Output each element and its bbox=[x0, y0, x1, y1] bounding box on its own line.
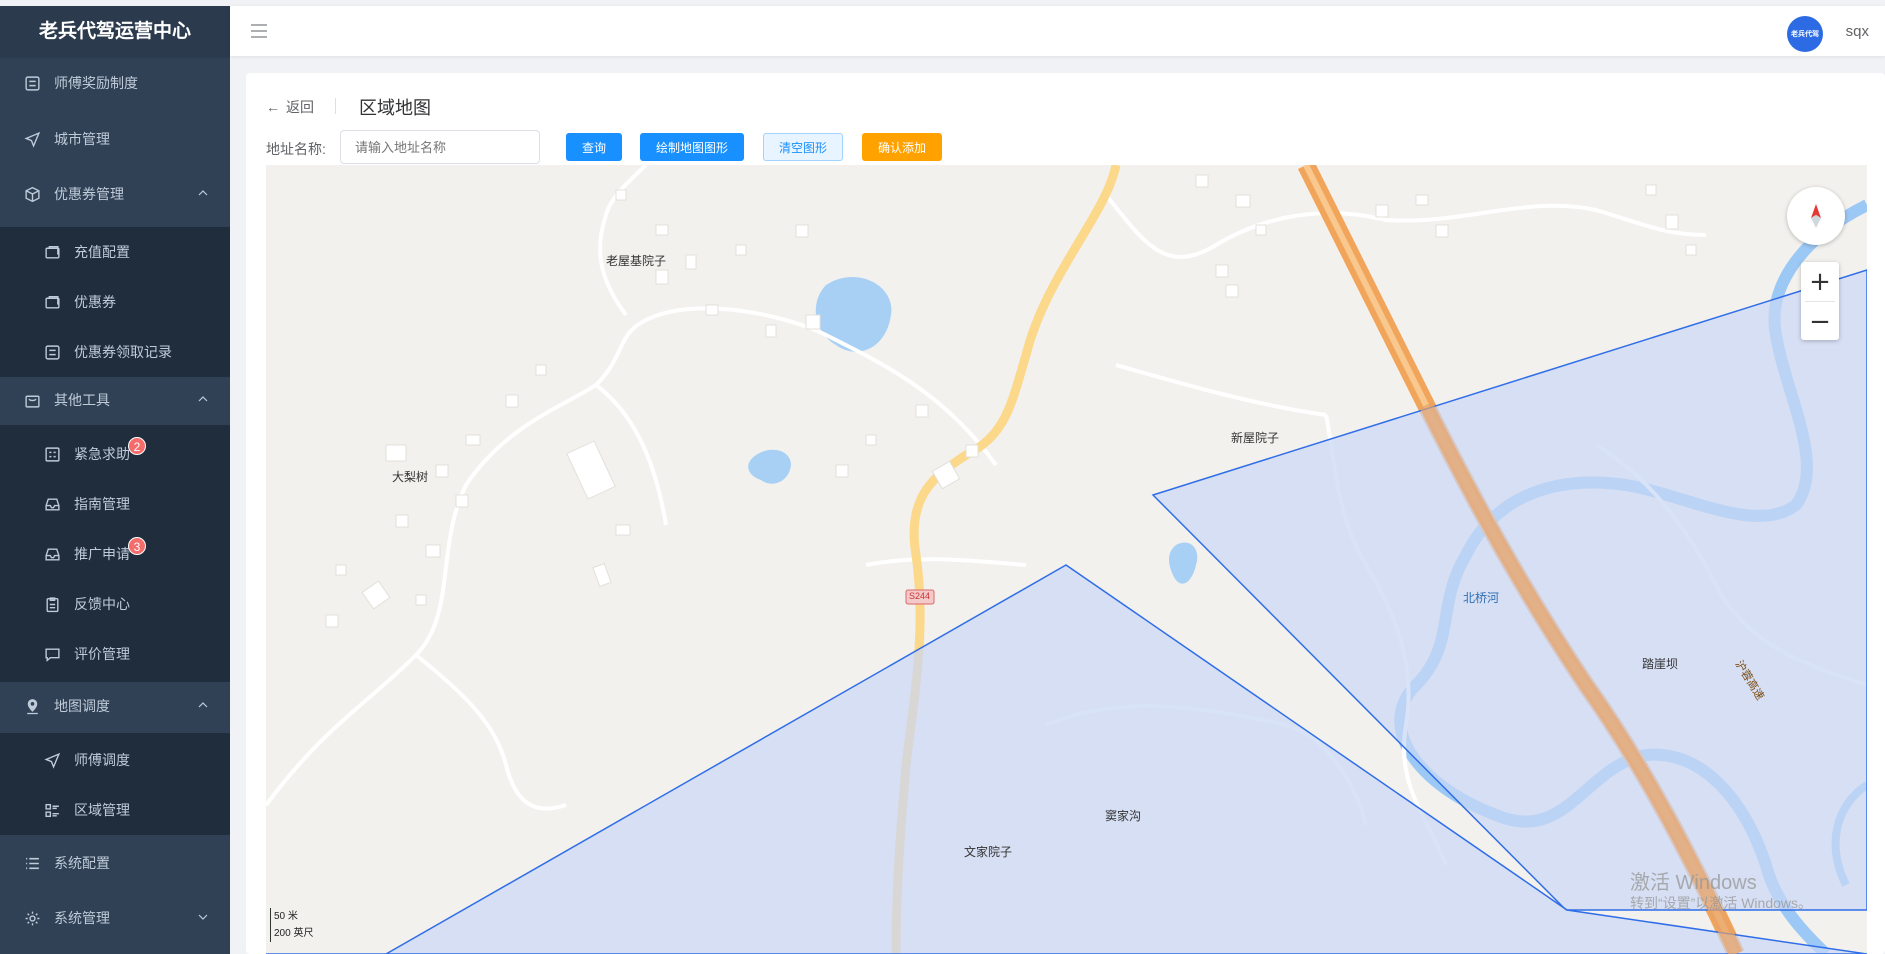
inbox-icon bbox=[42, 544, 62, 564]
sidebar-item-driver-dispatch[interactable]: 师傅调度 bbox=[0, 735, 230, 785]
notification-badge: 3 bbox=[128, 537, 146, 555]
windows-watermark-sub: 转到“设置”以激活 Windows。 bbox=[1630, 895, 1813, 911]
map-scale: 50 米 200 英尺 bbox=[270, 908, 313, 942]
map-base bbox=[266, 165, 1867, 954]
compass-control[interactable] bbox=[1787, 187, 1845, 245]
ticket-icon bbox=[42, 292, 62, 312]
gear-icon bbox=[22, 908, 42, 928]
sidebar-item-label: 师傅奖励制度 bbox=[54, 75, 138, 91]
sidebar-item-label: 系统管理 bbox=[54, 910, 110, 926]
sidebar-item-coupon-records[interactable]: 优惠券领取记录 bbox=[0, 327, 230, 377]
back-button[interactable]: ← 返回 bbox=[266, 97, 314, 117]
sidebar-item-promotion[interactable]: 推广申请 3 bbox=[0, 529, 230, 579]
sidebar-item-review[interactable]: 评价管理 bbox=[0, 629, 230, 679]
header-divider bbox=[335, 98, 336, 114]
sidebar-item-guide[interactable]: 指南管理 bbox=[0, 479, 230, 529]
ticket-icon bbox=[42, 242, 62, 262]
map-label: 新屋院子 bbox=[1231, 431, 1280, 445]
scale-metric: 50 米 bbox=[274, 911, 298, 922]
sidebar-item-sys-config[interactable]: 系统配置 bbox=[0, 838, 230, 888]
map-label: 窦家沟 bbox=[1105, 809, 1142, 823]
zoom-in-button[interactable]: + bbox=[1801, 262, 1839, 301]
sidebar-item-coupon[interactable]: 优惠券 bbox=[0, 277, 230, 327]
location-icon bbox=[22, 696, 42, 716]
sidebar-item-reward[interactable]: 师傅奖励制度 bbox=[0, 58, 230, 108]
map-label: 北桥河 bbox=[1463, 591, 1500, 605]
road-shield-label: S244 bbox=[909, 591, 931, 601]
box-icon bbox=[22, 184, 42, 204]
sidebar-item-label: 反馈中心 bbox=[74, 596, 130, 612]
username[interactable]: sqx bbox=[1846, 23, 1869, 40]
send-icon bbox=[22, 129, 42, 149]
menu-list-icon bbox=[22, 853, 42, 873]
zoom-out-button[interactable]: − bbox=[1801, 302, 1839, 341]
arrow-left-icon: ← bbox=[266, 99, 280, 115]
checklist-icon bbox=[42, 444, 62, 464]
send-icon bbox=[42, 750, 62, 770]
list-icon bbox=[42, 342, 62, 362]
pond bbox=[1169, 542, 1198, 584]
sidebar-item-emergency[interactable]: 紧急求助 2 bbox=[0, 429, 230, 479]
pond bbox=[748, 449, 791, 484]
grid-list-icon bbox=[42, 800, 62, 820]
chevron-up-icon bbox=[198, 190, 208, 196]
sidebar-item-label: 地图调度 bbox=[54, 698, 110, 714]
sidebar-item-other-tools[interactable]: 其他工具 bbox=[0, 375, 230, 425]
inbox-icon bbox=[42, 494, 62, 514]
address-input[interactable] bbox=[340, 130, 540, 164]
pond bbox=[815, 276, 892, 352]
sidebar-item-label: 优惠券管理 bbox=[54, 186, 124, 202]
draw-shape-button[interactable]: 绘制地图图形 bbox=[640, 133, 744, 161]
hamburger-icon[interactable] bbox=[250, 22, 268, 40]
sidebar-item-label: 评价管理 bbox=[74, 646, 130, 662]
sidebar-item-coupon-mgmt[interactable]: 优惠券管理 bbox=[0, 169, 230, 219]
sidebar-item-city[interactable]: 城市管理 bbox=[0, 114, 230, 164]
sidebar-item-label: 系统配置 bbox=[54, 855, 110, 871]
windows-watermark: 激活 Windows bbox=[1630, 872, 1757, 894]
avatar[interactable]: 老兵代驾 bbox=[1787, 16, 1823, 52]
list-icon bbox=[22, 73, 42, 93]
clipboard-icon bbox=[42, 594, 62, 614]
zoom-control: + − bbox=[1801, 262, 1839, 340]
chevron-up-icon bbox=[198, 702, 208, 708]
page-title: 区域地图 bbox=[359, 98, 431, 118]
sidebar-item-label: 紧急求助 bbox=[74, 446, 130, 462]
clear-shape-button[interactable]: 清空图形 bbox=[763, 133, 843, 161]
map-label: 踏崖坝 bbox=[1642, 657, 1679, 671]
sidebar-item-label: 师傅调度 bbox=[74, 752, 130, 768]
sidebar-item-label: 指南管理 bbox=[74, 496, 130, 512]
sidebar-item-map-dispatch[interactable]: 地图调度 bbox=[0, 681, 230, 731]
compass-icon bbox=[1811, 204, 1821, 228]
back-label: 返回 bbox=[286, 99, 314, 115]
sidebar-item-area[interactable]: 区域管理 bbox=[0, 785, 230, 835]
sidebar-item-label: 推广申请 bbox=[74, 546, 130, 562]
top-navbar: 老兵代驾 sqx bbox=[230, 6, 1885, 56]
map-label: 大梨树 bbox=[392, 470, 429, 484]
sidebar-item-label: 其他工具 bbox=[54, 392, 110, 408]
sidebar-item-label: 优惠券领取记录 bbox=[74, 344, 172, 360]
map-canvas[interactable]: 老屋基院子 大梨树 新屋院子 北桥河 踏崖坝 窦家沟 文家院子 沪蓉高速 S24… bbox=[266, 165, 1867, 954]
chevron-up-icon bbox=[198, 396, 208, 402]
bag-icon bbox=[22, 390, 42, 410]
chevron-down-icon bbox=[198, 914, 208, 920]
sidebar-item-label: 优惠券 bbox=[74, 294, 116, 310]
address-label: 地址名称: bbox=[266, 141, 326, 157]
query-button[interactable]: 查询 bbox=[566, 133, 622, 161]
sidebar-item-recharge[interactable]: 充值配置 bbox=[0, 227, 230, 277]
map-label: 老屋基院子 bbox=[606, 254, 667, 268]
chat-icon bbox=[42, 644, 62, 664]
sidebar-item-feedback[interactable]: 反馈中心 bbox=[0, 579, 230, 629]
sidebar-item-label: 充值配置 bbox=[74, 244, 130, 260]
scale-imperial: 200 英尺 bbox=[274, 928, 314, 939]
brand-title: 老兵代驾运营中心 bbox=[0, 6, 230, 58]
sidebar-item-label: 城市管理 bbox=[54, 131, 110, 147]
sidebar-item-sys-mgmt[interactable]: 系统管理 bbox=[0, 893, 230, 943]
notification-badge: 2 bbox=[128, 437, 146, 455]
confirm-add-button[interactable]: 确认添加 bbox=[862, 133, 942, 161]
sidebar-item-label: 区域管理 bbox=[74, 802, 130, 818]
map-label: 文家院子 bbox=[964, 845, 1013, 859]
